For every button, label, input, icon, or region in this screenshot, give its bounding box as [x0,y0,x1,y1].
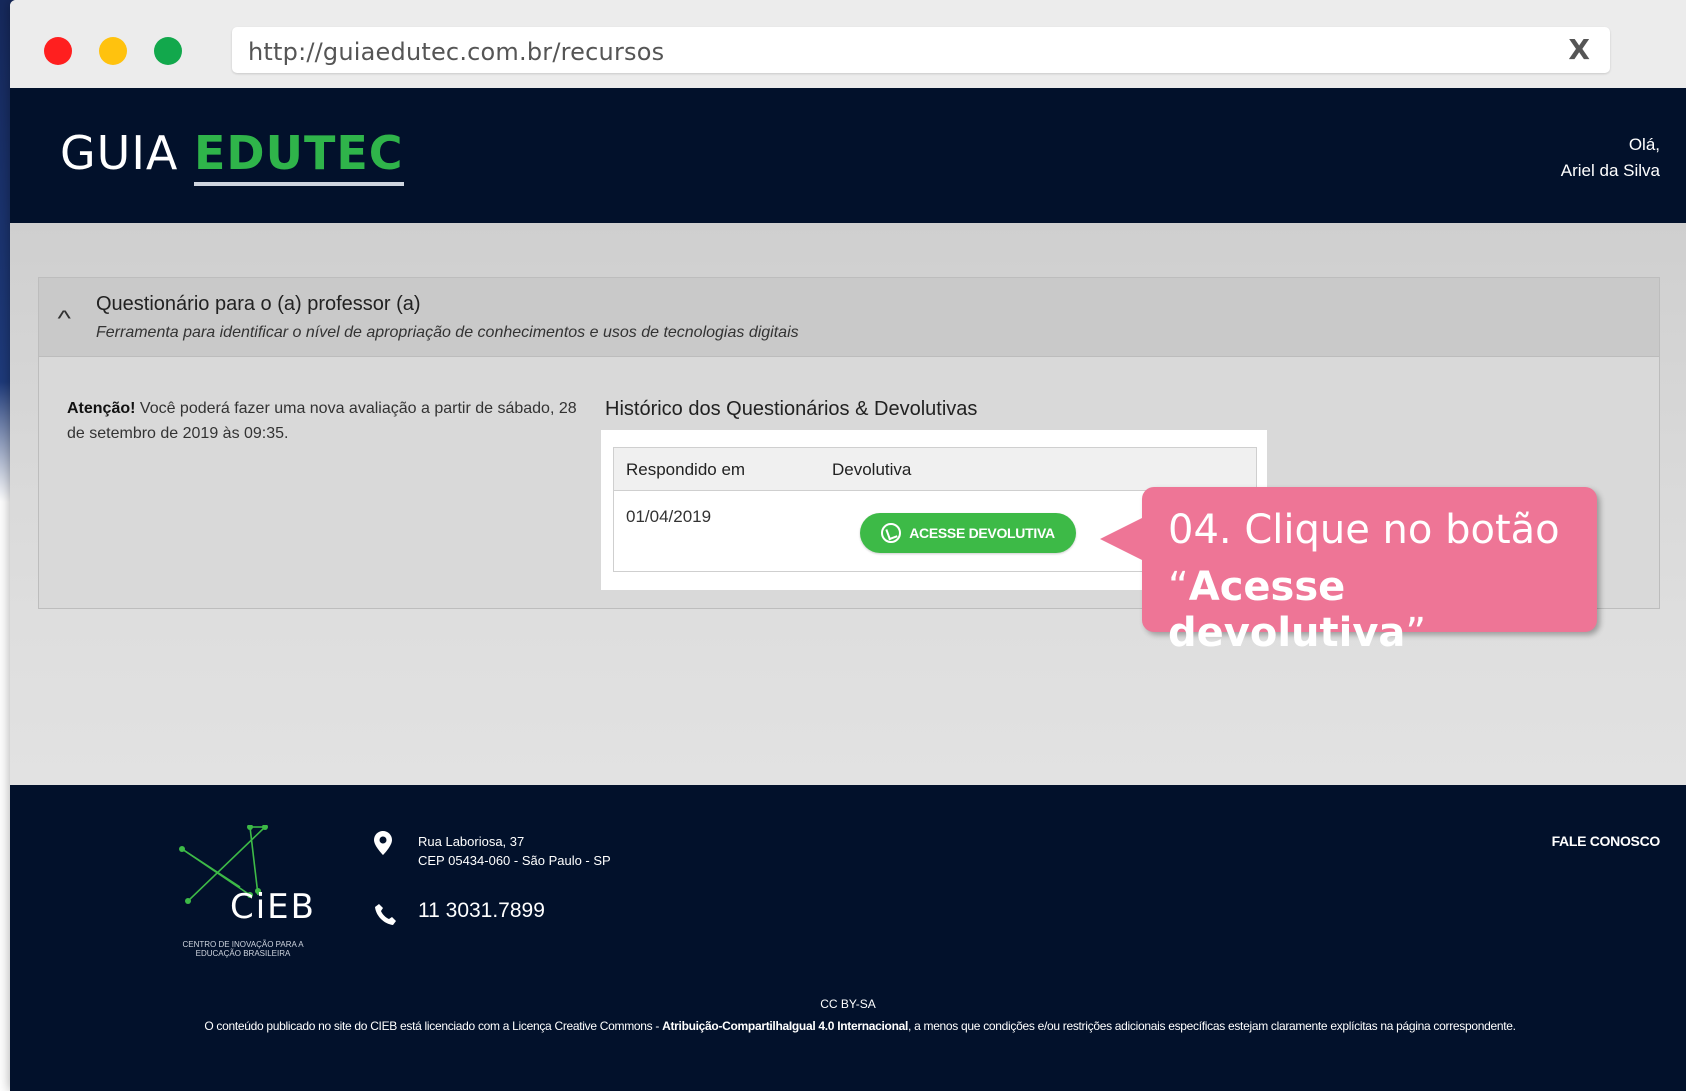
minimize-window-button[interactable] [99,37,127,65]
site-footer: CiEB CENTRO DE INOVAÇÃO PARA A EDUCAÇÃO … [10,785,1686,1091]
phone-icon [375,904,396,925]
address-bar[interactable]: http://guiaedutec.com.br/recursos X [232,27,1610,73]
address-line1: Rua Laboriosa, 37 [418,834,525,849]
feedback-icon [881,523,902,543]
callout-bold-text: Acesse devolutiva [1168,564,1406,656]
chevron-up-icon[interactable]: ^ [57,306,70,332]
history-title: Histórico dos Questionários & Devolutiva… [605,398,978,420]
maximize-window-button[interactable] [154,37,182,65]
url-text[interactable]: http://guiaedutec.com.br/recursos [248,38,664,66]
phone-number[interactable]: 11 3031.7899 [418,899,545,923]
logo-text-edutec: EDUTEC [193,126,404,186]
instruction-callout: 04. Clique no botão “Acesse devolutiva” [1100,487,1597,656]
attention-message: Atenção! Você poderá fazer uma nova aval… [67,396,577,446]
cieb-logo-word: CiEB [230,887,316,927]
callout-quote-open: “ [1168,564,1189,610]
attention-text: Você poderá fazer uma nova avaliação a p… [67,400,577,442]
contact-link[interactable]: FALE CONOSCO [1552,833,1661,849]
callout-line1: 04. Clique no botão [1168,507,1560,553]
acesse-devolutiva-button[interactable]: ACESSE DEVOLUTIVA [860,513,1076,553]
column-header-devolutiva: Devolutiva [832,460,912,479]
cc-license-label: CC BY-SA [820,997,876,1011]
close-window-button[interactable] [44,37,72,65]
user-name: Ariel da Silva [1560,161,1660,180]
button-label: ACESSE DEVOLUTIVA [909,525,1055,541]
address: Rua Laboriosa, 37 CEP 05434-060 - São Pa… [418,832,611,870]
location-pin-icon [374,831,392,855]
cieb-tagline: CENTRO DE INOVAÇÃO PARA A EDUCAÇÃO BRASI… [182,940,304,958]
license-link[interactable]: Atribuição-CompartilhaIgual 4.0 Internac… [662,1019,908,1033]
logo-text-guia: GUIA [60,126,179,180]
license-post: , a menos que condições e/ou restrições … [908,1019,1516,1033]
guia-edutec-logo[interactable]: GUIA EDUTEC [60,126,404,186]
panel-header[interactable]: ^ Questionário para o (a) professor (a) … [39,278,1659,357]
user-greeting[interactable]: Olá, Ariel da Silva [1561,132,1660,184]
address-line2: CEP 05434-060 - São Paulo - SP [418,853,611,868]
cieb-network-icon [179,825,268,904]
license-text: O conteúdo publicado no site do CIEB est… [190,1017,1530,1036]
browser-window: http://guiaedutec.com.br/recursos X GUIA… [10,0,1686,1091]
table-header: Respondido em Devolutiva [614,448,1256,491]
attention-label: Atenção! [67,400,136,417]
column-header-date: Respondido em [626,460,746,479]
row-date: 01/04/2019 [626,507,712,526]
site-header: GUIA EDUTEC Olá, Ariel da Silva [10,88,1686,223]
panel-title: Questionário para o (a) professor (a) [96,293,421,315]
callout-quote-close: ” [1405,610,1427,656]
cieb-logo[interactable]: CiEB CENTRO DE INOVAÇÃO PARA A EDUCAÇÃO … [170,825,320,965]
greeting-label: Olá, [1628,135,1660,154]
browser-chrome: http://guiaedutec.com.br/recursos X [10,0,1686,88]
callout-line2: “Acesse devolutiva” [1168,564,1597,656]
panel-subtitle: Ferramenta para identificar o nível de a… [96,324,799,341]
license-pre: O conteúdo publicado no site do CIEB est… [204,1019,663,1033]
close-icon[interactable]: X [1568,33,1590,66]
